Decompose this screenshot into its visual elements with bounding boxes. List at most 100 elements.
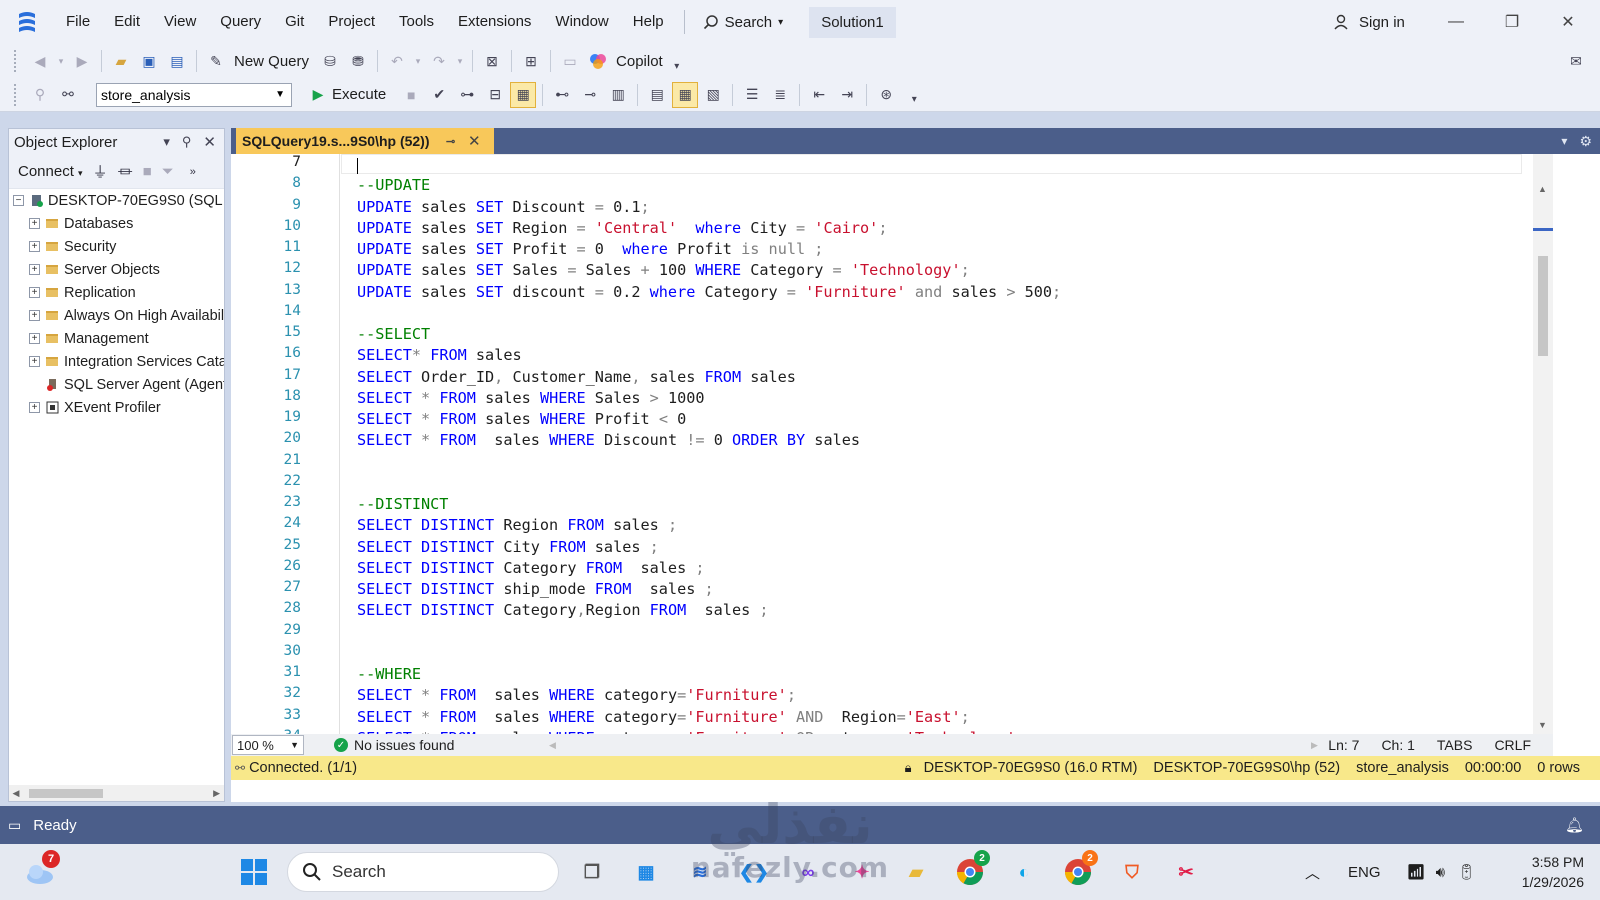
- decrease-indent-icon[interactable]: ⇤: [806, 82, 832, 108]
- menu-git[interactable]: Git: [273, 0, 316, 44]
- disconnect-icon[interactable]: ⏛: [118, 161, 133, 182]
- forward-icon[interactable]: ▶: [69, 48, 95, 74]
- pin-icon[interactable]: ⚲: [182, 134, 192, 150]
- settings-gear-icon[interactable]: ⚙: [1579, 133, 1592, 150]
- menu-query[interactable]: Query: [208, 0, 273, 44]
- scroll-down-icon[interactable]: ▼: [1538, 720, 1547, 730]
- copilot-icon[interactable]: [585, 48, 611, 74]
- line-indicator[interactable]: Ln: 7: [1328, 737, 1359, 753]
- ssms-logo-icon[interactable]: [14, 9, 40, 35]
- line-ending[interactable]: CRLF: [1494, 737, 1531, 753]
- menu-file[interactable]: File: [54, 0, 102, 44]
- open-folder-icon[interactable]: ▰: [108, 48, 134, 74]
- battery-icon[interactable]: 🔋︎: [1457, 863, 1476, 881]
- parse-icon[interactable]: ✔: [426, 82, 452, 108]
- task-view-button[interactable]: ❐: [574, 854, 610, 890]
- expand-icon[interactable]: +: [29, 402, 40, 413]
- connect-plug-icon[interactable]: ⏚: [93, 161, 108, 182]
- code-line[interactable]: UPDATE sales SET Sales = Sales + 100 WHE…: [357, 260, 1061, 281]
- query-options-icon[interactable]: ⊟: [482, 82, 508, 108]
- change-connection-icon[interactable]: ⚯: [55, 82, 81, 108]
- analysis-query-icon[interactable]: ⛃: [345, 48, 371, 74]
- code-line[interactable]: UPDATE sales SET Discount = 0.1;: [357, 197, 1061, 218]
- dropdown-icon[interactable]: ▾: [454, 48, 466, 74]
- code-line[interactable]: SELECT * FROM sales WHERE Profit < 0: [357, 409, 1061, 430]
- code-line[interactable]: [357, 643, 1061, 664]
- tree-node-security[interactable]: + Security: [9, 235, 224, 258]
- connect-icon[interactable]: ⚲: [27, 82, 53, 108]
- expand-icon[interactable]: +: [29, 333, 40, 344]
- template-params-icon[interactable]: ⊛: [873, 82, 899, 108]
- minimize-button[interactable]: —: [1428, 0, 1484, 44]
- tree-node-server-objects[interactable]: + Server Objects: [9, 258, 224, 281]
- execute-icon[interactable]: ▶: [305, 82, 331, 108]
- tree-node-management[interactable]: + Management: [9, 327, 224, 350]
- dropdown-icon[interactable]: ▾: [55, 48, 67, 74]
- toolbar-grip[interactable]: [14, 50, 18, 72]
- store-app[interactable]: ▦: [628, 854, 664, 890]
- vertical-scrollbar[interactable]: ⇕ ▲ ▼: [1533, 154, 1553, 734]
- new-query-button[interactable]: New Query: [234, 53, 309, 70]
- undo-icon[interactable]: ↶: [384, 48, 410, 74]
- code-line[interactable]: SELECT DISTINCT Category,Region FROM sal…: [357, 600, 1061, 621]
- taskbar-search[interactable]: Search: [287, 852, 559, 892]
- menu-view[interactable]: View: [152, 0, 208, 44]
- weather-widget[interactable]: 7: [22, 850, 60, 890]
- stop-icon[interactable]: ■: [398, 82, 424, 108]
- language-indicator[interactable]: ENG: [1348, 864, 1381, 881]
- new-query-icon[interactable]: ✎: [203, 48, 229, 74]
- code-line[interactable]: UPDATE sales SET discount = 0.2 where Ca…: [357, 282, 1061, 303]
- menu-edit[interactable]: Edit: [102, 0, 152, 44]
- expand-icon[interactable]: +: [29, 241, 40, 252]
- code-line[interactable]: [357, 473, 1061, 494]
- column-indicator[interactable]: Ch: 1: [1381, 737, 1414, 753]
- code-line[interactable]: [357, 154, 1061, 175]
- scrollbar-thumb[interactable]: [29, 788, 103, 798]
- code-line[interactable]: SELECT * FROM sales WHERE Sales > 1000: [357, 388, 1061, 409]
- menu-extensions[interactable]: Extensions: [446, 0, 543, 44]
- expand-icon[interactable]: +: [29, 287, 40, 298]
- query-tab[interactable]: SQLQuery19.s...9S0\hp (52)) ⊸ ✕: [236, 128, 494, 154]
- expand-icon[interactable]: +: [29, 356, 40, 367]
- copilot-button[interactable]: Copilot: [616, 53, 663, 70]
- chevron-down-icon[interactable]: ▾: [163, 134, 170, 150]
- wifi-icon[interactable]: 📶︎: [1407, 863, 1426, 881]
- volume-icon[interactable]: 🔊︎: [1436, 864, 1445, 881]
- tree-node-sql-agent[interactable]: SQL Server Agent (Agent: [9, 373, 224, 396]
- menu-project[interactable]: Project: [316, 0, 387, 44]
- code-line[interactable]: UPDATE sales SET Profit = 0 where Profit…: [357, 239, 1061, 260]
- issues-indicator[interactable]: ✓ No issues found: [334, 737, 454, 753]
- expand-icon[interactable]: +: [29, 310, 40, 321]
- tree-node-server[interactable]: − DESKTOP-70EG9S0 (SQL Se: [9, 189, 224, 212]
- database-query-icon[interactable]: ⛁: [317, 48, 343, 74]
- chrome-app-2[interactable]: 2: [1060, 850, 1098, 890]
- results-to-file-icon[interactable]: ▧: [700, 82, 726, 108]
- snipping-tool-app[interactable]: ✂: [1168, 854, 1204, 890]
- expand-icon[interactable]: +: [29, 218, 40, 229]
- sign-in-button[interactable]: Sign in: [1333, 0, 1405, 44]
- code-line[interactable]: [357, 622, 1061, 643]
- stop-icon[interactable]: ■: [143, 163, 152, 180]
- scrollbar-thumb[interactable]: [1538, 256, 1548, 356]
- scroll-right-icon[interactable]: ▶: [1311, 740, 1318, 751]
- pin-icon[interactable]: ⊸: [446, 135, 455, 148]
- show-hidden-icons-icon[interactable]: ︿: [1305, 862, 1320, 883]
- code-line[interactable]: SELECT DISTINCT Category FROM sales ;: [357, 558, 1061, 579]
- filter-icon[interactable]: ⏷: [162, 163, 174, 180]
- feedback-icon[interactable]: ✉: [1563, 48, 1589, 74]
- redo-icon[interactable]: ↷: [426, 48, 452, 74]
- tree-node-replication[interactable]: + Replication: [9, 281, 224, 304]
- more-icon[interactable]: »: [190, 166, 196, 178]
- tree-node-integration-services[interactable]: + Integration Services Catal: [9, 350, 224, 373]
- code-line[interactable]: [357, 303, 1061, 324]
- estimated-plan-icon[interactable]: ⊶: [454, 82, 480, 108]
- scroll-left-icon[interactable]: ◀: [549, 740, 556, 751]
- toolbar-overflow-icon[interactable]: ▾: [664, 53, 690, 79]
- tab-list-dropdown-icon[interactable]: ▾: [1561, 134, 1567, 148]
- scroll-left-icon[interactable]: ◀: [9, 788, 23, 799]
- connect-button[interactable]: Connect ▾: [18, 163, 83, 180]
- chrome-app-1[interactable]: 2: [952, 850, 990, 890]
- code-line[interactable]: UPDATE sales SET Region = 'Central' wher…: [357, 218, 1061, 239]
- code-line[interactable]: SELECT* FROM sales: [357, 345, 1061, 366]
- save-icon[interactable]: ▣: [136, 48, 162, 74]
